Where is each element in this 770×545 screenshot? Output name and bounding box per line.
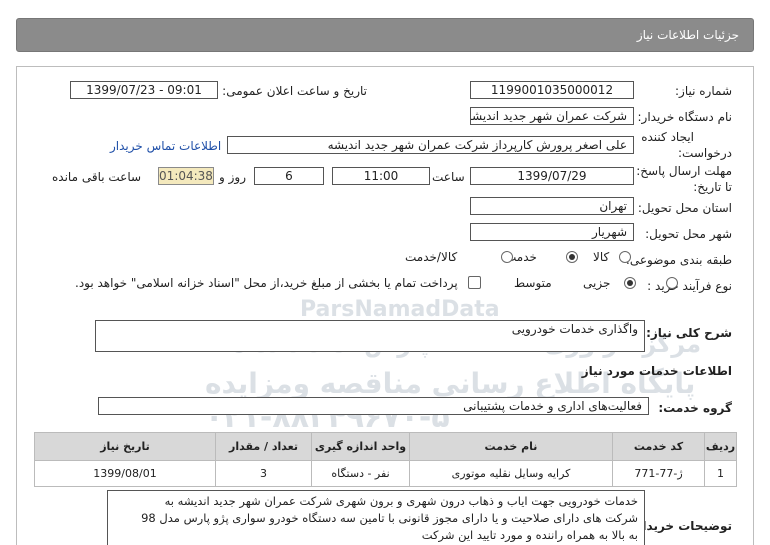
buyer-label: نام دستگاه خریدار: — [637, 110, 733, 124]
need-number-field: 1199001035000012 — [470, 81, 634, 99]
announce-date-label: تاریخ و ساعت اعلان عمومی: — [222, 84, 367, 98]
col-unit: واحد اندازه گیری — [311, 432, 410, 461]
services-section-title: اطلاعات خدمات مورد نیاز — [581, 364, 732, 378]
city-field: شهریار — [470, 223, 634, 241]
days-remaining-field: 6 — [254, 167, 324, 185]
remaining-time-field: 01:04:38 — [158, 167, 214, 185]
deadline-time-label: ساعت — [432, 170, 465, 184]
cell-service-name: کرایه وسایل نقلیه موتوری — [409, 460, 613, 487]
cell-need-date: 1399/08/01 — [34, 460, 216, 487]
buyer-notes-line-3: به بالا به همراه راننده و مورد تایید این… — [421, 528, 638, 542]
process-type-label: نوع فرآیند خرید : — [647, 279, 732, 293]
summary-label: شرح کلی نیاز: — [646, 326, 732, 340]
creator-field: علی اصغر پرورش کارپرداز شرکت عمران شهر ج… — [227, 136, 634, 154]
category-radio-goods[interactable] — [619, 251, 631, 263]
creator-label-line1: ایجاد کننده — [641, 130, 694, 144]
buyer-notes-line-2: شرکت های دارای صلاحیت و یا دارای مجوز قا… — [141, 511, 638, 525]
service-group-field: فعالیت‌های اداری و خدمات پشتیبانی — [98, 397, 649, 415]
process-option-medium: متوسط — [514, 276, 552, 290]
buyer-notes-label: توضیحات خریدار: — [630, 519, 732, 533]
buyer-notes-line-1: خدمات خودرویی جهت ایاب و ذهاب درون شهری … — [164, 494, 638, 508]
province-field: تهران — [470, 197, 634, 215]
col-row-number: ردیف — [704, 432, 737, 461]
cell-row-number: 1 — [704, 460, 737, 487]
col-need-date: تاریخ نیاز — [34, 432, 216, 461]
deadline-label-line1: مهلت ارسال پاسخ: — [636, 164, 732, 178]
table-header-row: ردیف کد خدمت نام خدمت واحد اندازه گیری ت… — [34, 432, 737, 461]
buyer-field: شرکت عمران شهر جدید اندیشه — [470, 107, 634, 125]
category-radio-service[interactable] — [565, 251, 578, 263]
cell-service-code: ژ-77-771 — [612, 460, 705, 487]
buyer-notes-field: خدمات خودرویی جهت ایاب و ذهاب درون شهری … — [107, 490, 645, 545]
remaining-time-label: ساعت باقی مانده — [52, 170, 142, 184]
city-label: شهر محل تحویل: — [645, 227, 732, 241]
cell-unit: نفر - دستگاه — [311, 460, 410, 487]
need-number-label: شماره نیاز: — [675, 84, 732, 98]
treasury-payment-checkbox[interactable] — [468, 276, 481, 289]
page-header: جزئیات اطلاعات نیاز — [16, 18, 754, 52]
service-group-label: گروه خدمت: — [658, 401, 732, 415]
watermark-latin: ParsNamadData — [300, 297, 500, 322]
announce-date-field: 1399/07/23 - 09:01 — [70, 81, 218, 99]
page-title: جزئیات اطلاعات نیاز — [636, 28, 739, 42]
deadline-time-field: 11:00 — [332, 167, 430, 185]
cell-quantity: 3 — [215, 460, 312, 487]
col-service-code: کد خدمت — [612, 432, 705, 461]
deadline-date-field: 1399/07/29 — [470, 167, 634, 185]
days-label: روز و — [219, 170, 246, 184]
services-table: ردیف کد خدمت نام خدمت واحد اندازه گیری ت… — [34, 432, 737, 487]
category-option-goods-service: کالا/خدمت — [405, 250, 458, 264]
category-radio-goods-service[interactable] — [500, 251, 513, 263]
col-quantity: تعداد / مقدار — [215, 432, 312, 461]
summary-field: واگذاری خدمات خودرویی — [95, 320, 645, 352]
province-label: استان محل تحویل: — [637, 201, 732, 215]
creator-label-line2: درخواست: — [678, 146, 732, 160]
table-row: 1 ژ-77-771 کرایه وسایل نقلیه موتوری نفر … — [34, 460, 737, 487]
treasury-payment-note: پرداخت تمام یا بخشی از مبلغ خرید،از محل … — [75, 276, 458, 290]
process-option-minor: جزیی — [583, 276, 611, 290]
category-option-goods: کالا — [593, 250, 610, 264]
col-service-name: نام خدمت — [409, 432, 613, 461]
buyer-contact-link[interactable]: اطلاعات تماس خریدار — [110, 139, 221, 153]
deadline-label-line2: تا تاریخ: — [693, 180, 732, 194]
category-label: طبقه بندی موضوعی: — [625, 253, 732, 267]
